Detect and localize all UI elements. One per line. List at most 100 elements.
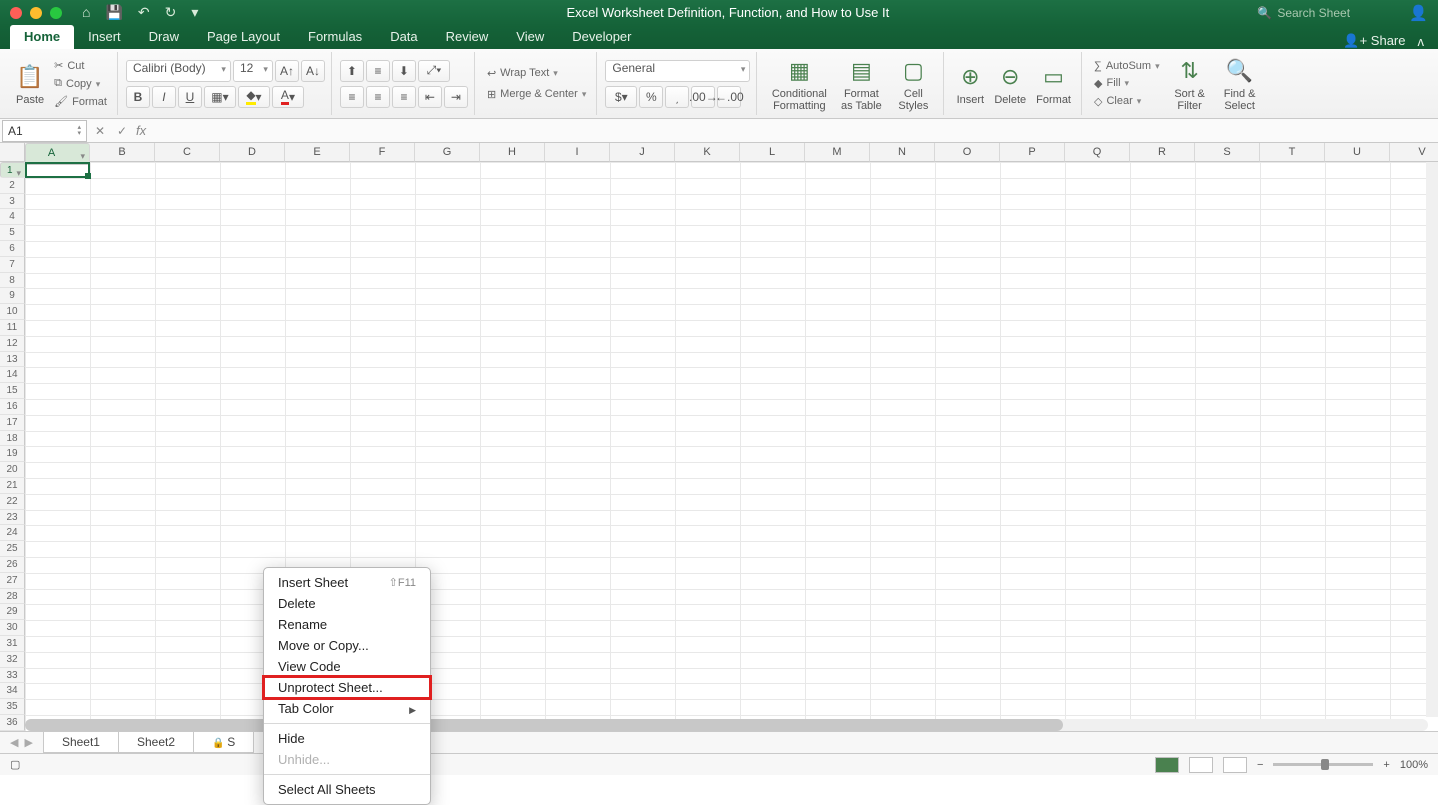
row-header[interactable]: 36 xyxy=(0,715,25,731)
font-color-button[interactable]: A▾ xyxy=(272,86,304,108)
sheet-prev-icon[interactable]: ◀ xyxy=(10,736,18,749)
column-headers[interactable]: ABCDEFGHIJKLMNOPQRSTUV xyxy=(25,143,1438,162)
row-header[interactable]: 23 xyxy=(0,510,25,526)
row-header[interactable]: 30 xyxy=(0,620,25,636)
fill-button[interactable]: ◆Fill xyxy=(1090,75,1164,92)
normal-view-button[interactable] xyxy=(1155,757,1179,773)
scrollbar-thumb[interactable] xyxy=(25,719,1063,731)
row-header[interactable]: 34 xyxy=(0,683,25,699)
row-header[interactable]: 26 xyxy=(0,557,25,573)
italic-button[interactable]: I xyxy=(152,86,176,108)
copy-button[interactable]: ⧉Copy xyxy=(50,75,111,92)
column-header[interactable]: E xyxy=(285,143,350,162)
select-all-corner[interactable] xyxy=(0,143,25,162)
column-header[interactable]: S xyxy=(1195,143,1260,162)
wrap-text-button[interactable]: ↩Wrap Text xyxy=(483,65,590,82)
orientation-button[interactable]: ⤢▾ xyxy=(418,60,450,82)
row-header[interactable]: 21 xyxy=(0,478,25,494)
accept-formula-icon[interactable]: ✓ xyxy=(111,124,133,138)
minimize-window-icon[interactable] xyxy=(30,7,42,19)
conditional-formatting-button[interactable]: ▦Conditional Formatting xyxy=(765,54,833,114)
insert-cells-button[interactable]: ⊕Insert xyxy=(952,60,988,108)
row-header[interactable]: 32 xyxy=(0,652,25,668)
context-menu-item[interactable]: Select All Sheets xyxy=(264,779,430,800)
tab-insert[interactable]: Insert xyxy=(74,25,135,49)
worksheet-grid[interactable]: ABCDEFGHIJKLMNOPQRSTUV 12345678910111213… xyxy=(0,143,1438,731)
tab-developer[interactable]: Developer xyxy=(558,25,645,49)
context-menu-item[interactable]: View Code xyxy=(264,656,430,677)
row-header[interactable]: 22 xyxy=(0,494,25,510)
align-right-button[interactable]: ≡ xyxy=(392,86,416,108)
column-header[interactable]: N xyxy=(870,143,935,162)
row-header[interactable]: 28 xyxy=(0,589,25,605)
decrease-font-button[interactable]: A↓ xyxy=(301,60,325,82)
tab-view[interactable]: View xyxy=(502,25,558,49)
font-size-select[interactable]: 12 xyxy=(233,60,273,82)
column-header[interactable]: R xyxy=(1130,143,1195,162)
row-header[interactable]: 25 xyxy=(0,541,25,557)
context-menu-item[interactable]: Rename xyxy=(264,614,430,635)
row-headers[interactable]: 1234567891011121314151617181920212223242… xyxy=(0,162,25,731)
row-header[interactable]: 3 xyxy=(0,194,25,210)
column-header[interactable]: J xyxy=(610,143,675,162)
context-menu-item[interactable]: Hide xyxy=(264,728,430,749)
zoom-slider[interactable] xyxy=(1273,763,1373,766)
tab-formulas[interactable]: Formulas xyxy=(294,25,376,49)
column-header[interactable]: B xyxy=(90,143,155,162)
row-header[interactable]: 12 xyxy=(0,336,25,352)
bold-button[interactable]: B xyxy=(126,86,150,108)
row-header[interactable]: 17 xyxy=(0,415,25,431)
cell-styles-button[interactable]: ▢Cell Styles xyxy=(889,54,937,114)
name-box[interactable]: A1▴▾ xyxy=(2,120,87,142)
tab-draw[interactable]: Draw xyxy=(135,25,193,49)
tab-review[interactable]: Review xyxy=(432,25,503,49)
row-header[interactable]: 6 xyxy=(0,241,25,257)
row-header[interactable]: 18 xyxy=(0,431,25,447)
macro-record-icon[interactable]: ▢ xyxy=(10,758,20,771)
column-header[interactable]: K xyxy=(675,143,740,162)
row-header[interactable]: 16 xyxy=(0,399,25,415)
column-header[interactable]: H xyxy=(480,143,545,162)
format-cells-button[interactable]: ▭Format xyxy=(1032,60,1075,108)
row-header[interactable]: 1 xyxy=(0,162,26,178)
row-header[interactable]: 5 xyxy=(0,225,25,241)
home-icon[interactable]: ⌂ xyxy=(82,4,90,21)
align-top-button[interactable]: ⬆ xyxy=(340,60,364,82)
row-header[interactable]: 9 xyxy=(0,288,25,304)
row-header[interactable]: 11 xyxy=(0,320,25,336)
tab-data[interactable]: Data xyxy=(376,25,431,49)
row-header[interactable]: 13 xyxy=(0,352,25,368)
user-icon[interactable]: 👤 xyxy=(1409,4,1428,22)
save-icon[interactable]: 💾 xyxy=(105,4,122,21)
row-header[interactable]: 14 xyxy=(0,367,25,383)
column-header[interactable]: U xyxy=(1325,143,1390,162)
vertical-scrollbar[interactable] xyxy=(1426,162,1438,717)
qat-chevron-icon[interactable]: ▾ xyxy=(191,4,198,21)
font-name-select[interactable]: Calibri (Body) xyxy=(126,60,231,82)
merge-center-button[interactable]: ⊞Merge & Center xyxy=(483,86,590,103)
row-header[interactable]: 20 xyxy=(0,462,25,478)
zoom-level[interactable]: 100% xyxy=(1400,759,1428,771)
format-painter-button[interactable]: 🖌Format xyxy=(50,93,111,110)
find-select-button[interactable]: 🔍Find & Select xyxy=(1216,54,1264,114)
row-header[interactable]: 29 xyxy=(0,604,25,620)
column-header[interactable]: D xyxy=(220,143,285,162)
row-header[interactable]: 8 xyxy=(0,273,25,289)
column-header[interactable]: P xyxy=(1000,143,1065,162)
underline-button[interactable]: U xyxy=(178,86,202,108)
currency-button[interactable]: $▾ xyxy=(605,86,637,108)
row-header[interactable]: 4 xyxy=(0,209,25,225)
zoom-out-button[interactable]: − xyxy=(1257,759,1263,771)
comma-button[interactable]: ͵ xyxy=(665,86,689,108)
row-header[interactable]: 35 xyxy=(0,699,25,715)
row-header[interactable]: 31 xyxy=(0,636,25,652)
sort-filter-button[interactable]: ⇅Sort & Filter xyxy=(1166,54,1214,114)
cut-button[interactable]: ✂Cut xyxy=(50,57,111,74)
active-cell[interactable] xyxy=(25,162,90,178)
search-input[interactable] xyxy=(1277,6,1397,20)
column-header[interactable]: O xyxy=(935,143,1000,162)
search-sheet[interactable]: 🔍 xyxy=(1257,6,1397,20)
column-header[interactable]: G xyxy=(415,143,480,162)
delete-cells-button[interactable]: ⊖Delete xyxy=(990,60,1030,108)
context-menu-item[interactable]: Unprotect Sheet... xyxy=(264,677,430,698)
